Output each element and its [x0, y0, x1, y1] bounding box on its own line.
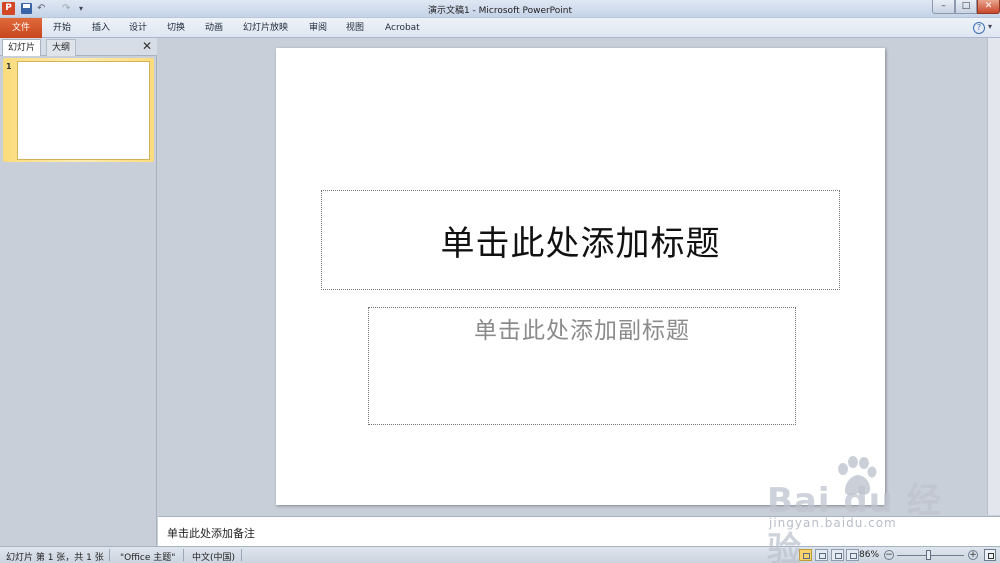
- tab-home[interactable]: 开始: [53, 21, 71, 36]
- title-bar: P ↶ ↷ ▾ 演示文稿1 - Microsoft PowerPoint – □…: [0, 0, 1000, 18]
- tab-outline[interactable]: 大纲: [46, 39, 77, 56]
- reading-view-icon[interactable]: [831, 549, 844, 561]
- status-divider: [241, 549, 242, 561]
- ribbon-expand-icon[interactable]: ▾: [988, 22, 992, 31]
- maximize-button[interactable]: □: [955, 0, 977, 14]
- tab-insert[interactable]: 插入: [92, 21, 110, 36]
- ribbon-tab-bar: 文件 开始 插入 设计 切换 动画 幻灯片放映 审阅 视图 Acrobat ? …: [0, 18, 1000, 38]
- tab-transitions[interactable]: 切换: [167, 21, 185, 36]
- window-title: 演示文稿1 - Microsoft PowerPoint: [427, 6, 573, 16]
- tab-review[interactable]: 审阅: [309, 21, 327, 36]
- status-bar: 幻灯片 第 1 张，共 1 张 "Office 主题" 中文(中国) 86% −…: [0, 546, 1000, 563]
- status-divider: [183, 549, 184, 561]
- tab-slides[interactable]: 幻灯片: [2, 39, 42, 56]
- slide-info: 幻灯片 第 1 张，共 1 张: [6, 553, 104, 563]
- subtitle-placeholder[interactable]: 单击此处添加副标题: [368, 307, 796, 425]
- vertical-scrollbar[interactable]: [987, 38, 1000, 515]
- slide-number: 1: [6, 62, 12, 71]
- help-icon[interactable]: ?: [973, 22, 985, 34]
- title-placeholder[interactable]: 单击此处添加标题: [321, 190, 840, 290]
- zoom-slider-thumb[interactable]: [926, 550, 931, 560]
- title-placeholder-text: 单击此处添加标题: [440, 223, 721, 264]
- tab-animations[interactable]: 动画: [205, 21, 223, 36]
- tab-acrobat[interactable]: Acrobat: [385, 21, 420, 36]
- slides-pane: 幻灯片 大纲 ✕ 1: [0, 38, 157, 546]
- normal-view-icon[interactable]: [799, 549, 812, 561]
- language[interactable]: 中文(中国): [192, 550, 235, 563]
- notes-placeholder: 单击此处添加备注: [167, 527, 255, 540]
- notes-pane[interactable]: 单击此处添加备注: [158, 516, 1000, 546]
- tab-design[interactable]: 设计: [129, 21, 147, 36]
- theme-name[interactable]: "Office 主题": [120, 550, 175, 563]
- slide-canvas[interactable]: 单击此处添加标题 单击此处添加副标题: [276, 48, 885, 505]
- zoom-out-button[interactable]: −: [884, 550, 894, 560]
- pane-tab-bar: 幻灯片 大纲 ✕: [0, 38, 157, 56]
- slideshow-icon[interactable]: [846, 549, 859, 561]
- zoom-level[interactable]: 86%: [859, 550, 879, 560]
- status-divider: [109, 549, 110, 561]
- fit-slide-icon[interactable]: [984, 549, 996, 561]
- subtitle-placeholder-text: 单击此处添加副标题: [474, 318, 690, 344]
- slide-thumbnail[interactable]: [17, 61, 150, 160]
- tab-view[interactable]: 视图: [346, 21, 364, 36]
- minimize-button[interactable]: –: [932, 0, 955, 14]
- slide-editor: 单击此处添加标题 单击此处添加副标题: [158, 38, 1000, 515]
- zoom-in-button[interactable]: +: [968, 550, 978, 560]
- close-icon[interactable]: ✕: [142, 40, 152, 53]
- tab-file[interactable]: 文件: [0, 18, 42, 38]
- close-button[interactable]: ✕: [977, 0, 1000, 14]
- slide-sorter-icon[interactable]: [815, 549, 828, 561]
- tab-slideshow[interactable]: 幻灯片放映: [243, 21, 288, 36]
